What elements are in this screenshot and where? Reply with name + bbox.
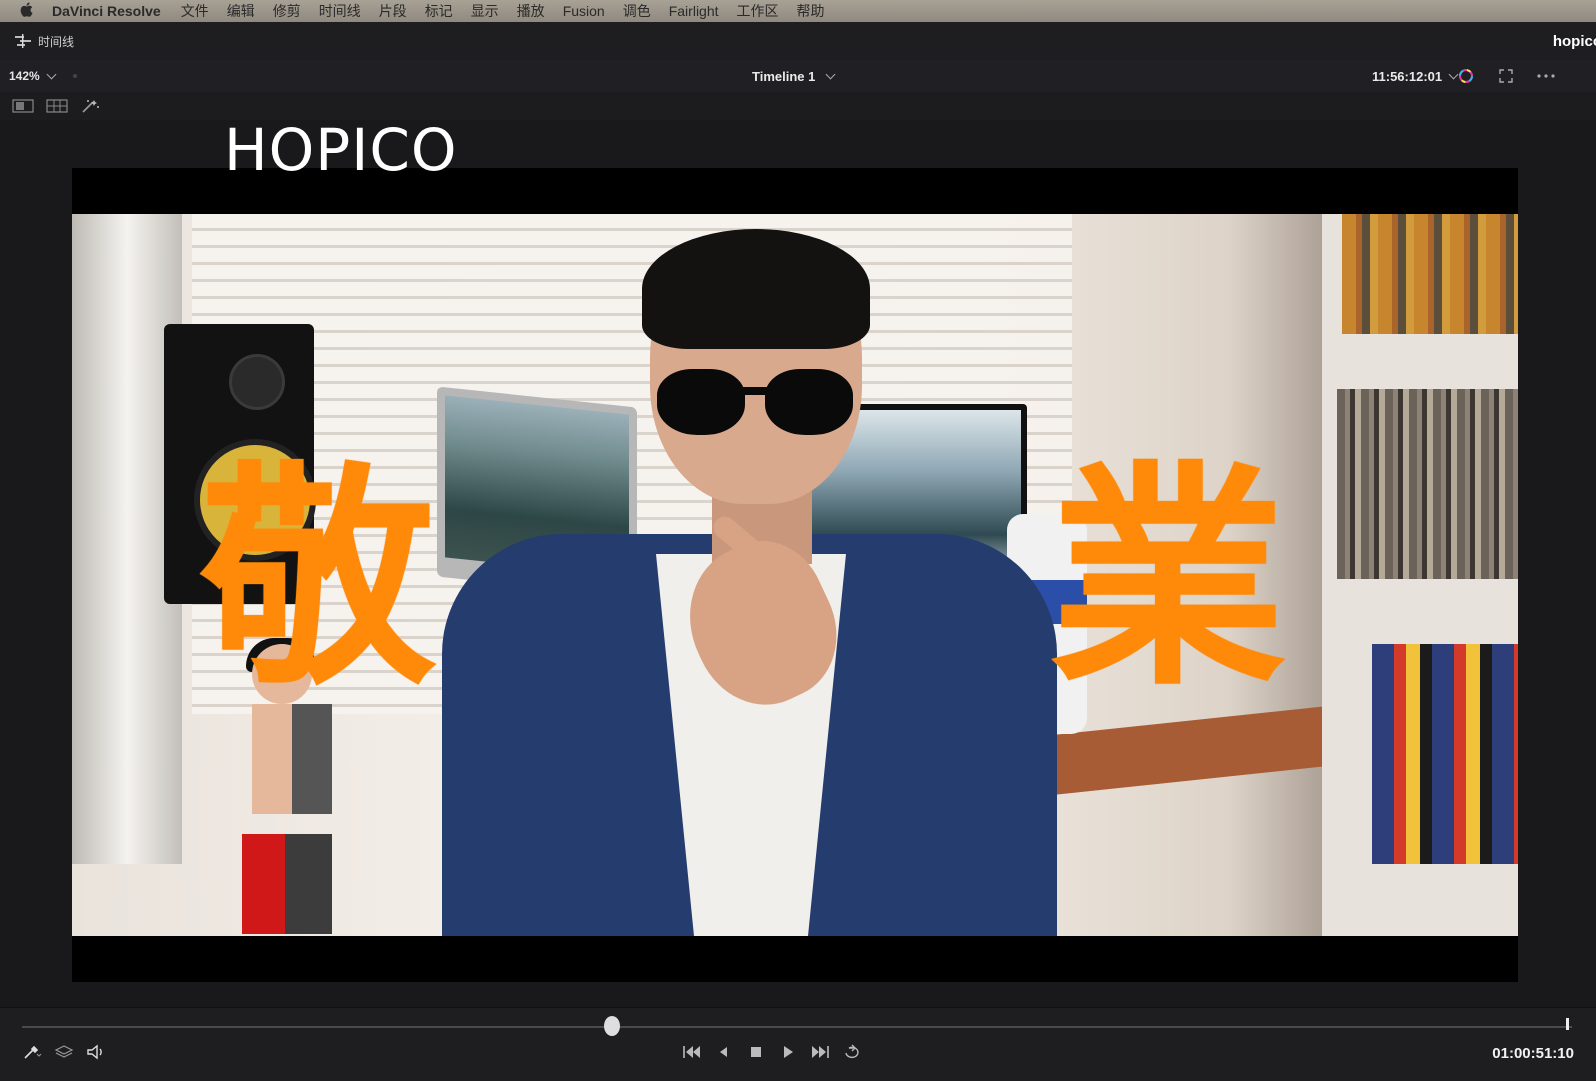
apple-icon[interactable]: [0, 2, 52, 20]
scrub-end-marker: [1566, 1018, 1569, 1030]
skip-to-end-icon[interactable]: [810, 1044, 830, 1060]
skip-to-start-icon[interactable]: [682, 1044, 702, 1060]
figurine-legs: [242, 834, 332, 934]
record-timecode: 01:00:51:10: [1492, 1045, 1574, 1062]
chevron-down-icon: [825, 69, 836, 79]
sunglasses-right-lens: [765, 369, 853, 435]
menu-fairlight[interactable]: Fairlight: [669, 3, 719, 19]
timecode-dropdown[interactable]: 11:56:12:01: [1372, 68, 1459, 84]
project-name: hopico: [1552, 32, 1596, 50]
more-options-icon[interactable]: [1536, 68, 1556, 84]
title-bar: 时间线 hopico: [0, 22, 1596, 61]
playback-controls: [682, 1044, 874, 1060]
sunglasses: [657, 369, 853, 439]
timeline-name: Timeline 1: [752, 68, 816, 84]
layers-icon[interactable]: [54, 1044, 74, 1060]
volume-icon[interactable]: [86, 1044, 106, 1060]
transport-bar: 01:00:51:10: [0, 1007, 1596, 1081]
menu-edit[interactable]: 编辑: [227, 1, 255, 21]
timeline-section-label[interactable]: 时间线: [38, 33, 74, 50]
stop-icon[interactable]: [746, 1044, 766, 1060]
menu-workspace[interactable]: 工作区: [737, 1, 779, 21]
loop-icon[interactable]: [842, 1044, 862, 1060]
menu-clip[interactable]: 片段: [379, 1, 407, 21]
zoom-value: 142%: [9, 69, 40, 83]
eyedropper-icon[interactable]: [22, 1044, 42, 1060]
figurine-body: [252, 704, 332, 814]
zoom-dropdown[interactable]: 142%: [9, 69, 57, 83]
menu-color[interactable]: 调色: [623, 1, 651, 21]
timeline-selector[interactable]: Timeline 1: [752, 68, 836, 84]
step-back-icon[interactable]: [714, 1044, 734, 1060]
bottom-left-tools: [22, 1044, 118, 1060]
menu-trim[interactable]: 修剪: [273, 1, 301, 21]
books-lower-shelf: [1372, 644, 1518, 864]
color-wheel-icon[interactable]: [1458, 68, 1474, 84]
menu-mark[interactable]: 标记: [425, 1, 453, 21]
grid-viewer-icon[interactable]: [46, 99, 68, 113]
menu-help[interactable]: 帮助: [797, 1, 825, 21]
person-hair: [642, 229, 870, 349]
play-icon[interactable]: [778, 1044, 798, 1060]
menu-playback[interactable]: 播放: [517, 1, 545, 21]
right-character-overlay[interactable]: 業: [1050, 462, 1286, 698]
menu-file[interactable]: 文件: [181, 1, 209, 21]
scrub-bar[interactable]: [22, 1026, 1572, 1028]
sunglasses-left-lens: [657, 369, 745, 435]
fullscreen-icon[interactable]: [1498, 68, 1514, 84]
books-top-shelf: [1342, 214, 1518, 334]
menu-timeline[interactable]: 时间线: [319, 1, 361, 21]
hopico-title-overlay[interactable]: HOPICO: [224, 116, 458, 184]
menu-bar: DaVinci Resolve 文件 编辑 修剪 时间线 片段 标记 显示 播放…: [0, 0, 1596, 22]
chevron-down-icon: [46, 69, 57, 79]
viewer-header: 142% Timeline 1 11:56:12:01: [0, 60, 1596, 93]
menu-fusion[interactable]: Fusion: [563, 3, 605, 19]
single-viewer-icon[interactable]: [12, 99, 34, 113]
status-dot-icon: [72, 74, 77, 78]
source-timecode: 11:56:12:01: [1372, 68, 1443, 84]
left-character-overlay[interactable]: 敬: [200, 462, 436, 698]
menu-app-name[interactable]: DaVinci Resolve: [52, 3, 161, 19]
speaker-tweeter: [229, 354, 285, 410]
menu-view[interactable]: 显示: [471, 1, 499, 21]
magic-wand-icon[interactable]: [80, 99, 102, 113]
playhead-handle[interactable]: [604, 1016, 620, 1036]
records-middle-shelf: [1337, 389, 1518, 579]
timeline-icon[interactable]: [14, 34, 32, 48]
